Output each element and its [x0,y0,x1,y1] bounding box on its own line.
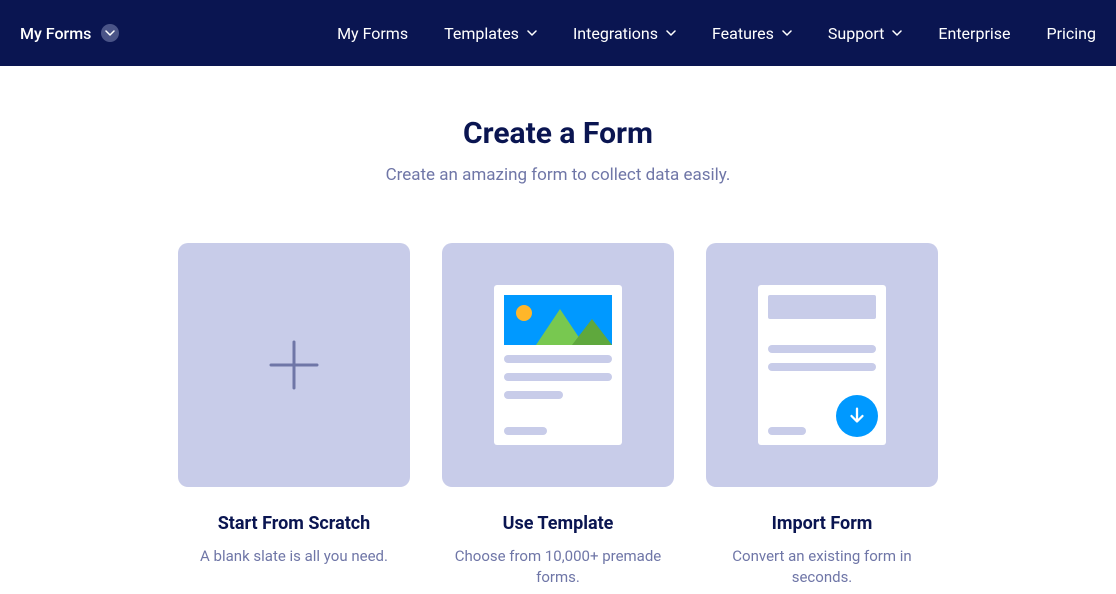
card-start-from-scratch[interactable]: Start From Scratch A blank slate is all … [178,243,410,588]
nav-item-label: My Forms [337,24,408,43]
nav-item-support[interactable]: Support [828,24,902,43]
image-placeholder-icon [504,295,612,345]
navbar: My Forms My Forms Templates Integrations… [0,0,1116,66]
import-doc-icon [758,285,886,445]
nav-item-templates[interactable]: Templates [444,24,537,43]
card-desc: A blank slate is all you need. [200,546,388,567]
nav-item-label: Integrations [573,24,658,43]
nav-item-pricing[interactable]: Pricing [1047,24,1097,43]
chevron-down-icon [782,28,792,38]
mountain-icon [572,319,612,345]
card-import-form[interactable]: Import Form Convert an existing form in … [706,243,938,588]
card-desc: Choose from 10,000+ premade forms. [442,546,674,588]
nav-item-label: Enterprise [938,24,1010,43]
chevron-down-icon [101,24,119,42]
card-title: Import Form [772,513,873,534]
nav-right: My Forms Templates Integrations Features… [337,24,1096,43]
chevron-down-icon [892,28,902,38]
nav-item-enterprise[interactable]: Enterprise [938,24,1010,43]
card-row: Start From Scratch A blank slate is all … [0,243,1116,588]
card-use-template[interactable]: Use Template Choose from 10,000+ premade… [442,243,674,588]
card-title: Start From Scratch [218,513,371,534]
plus-icon [267,338,321,392]
page-title: Create a Form [0,116,1116,151]
nav-left-label: My Forms [20,24,91,43]
nav-item-features[interactable]: Features [712,24,792,43]
card-desc: Convert an existing form in seconds. [706,546,938,588]
sun-icon [516,305,532,321]
chevron-down-icon [666,28,676,38]
nav-item-label: Templates [444,24,519,43]
card-illustration [178,243,410,487]
page-subtitle: Create an amazing form to collect data e… [0,165,1116,185]
chevron-down-icon [527,28,537,38]
nav-item-integrations[interactable]: Integrations [573,24,676,43]
nav-item-label: Support [828,24,884,43]
nav-item-my-forms[interactable]: My Forms [337,24,408,43]
download-icon [836,395,878,437]
nav-item-label: Features [712,24,774,43]
card-illustration [706,243,938,487]
main-content: Create a Form Create an amazing form to … [0,66,1116,588]
template-doc-icon [494,285,622,445]
card-illustration [442,243,674,487]
card-title: Use Template [503,513,614,534]
nav-left-dropdown[interactable]: My Forms [20,24,119,43]
nav-item-label: Pricing [1047,24,1097,43]
